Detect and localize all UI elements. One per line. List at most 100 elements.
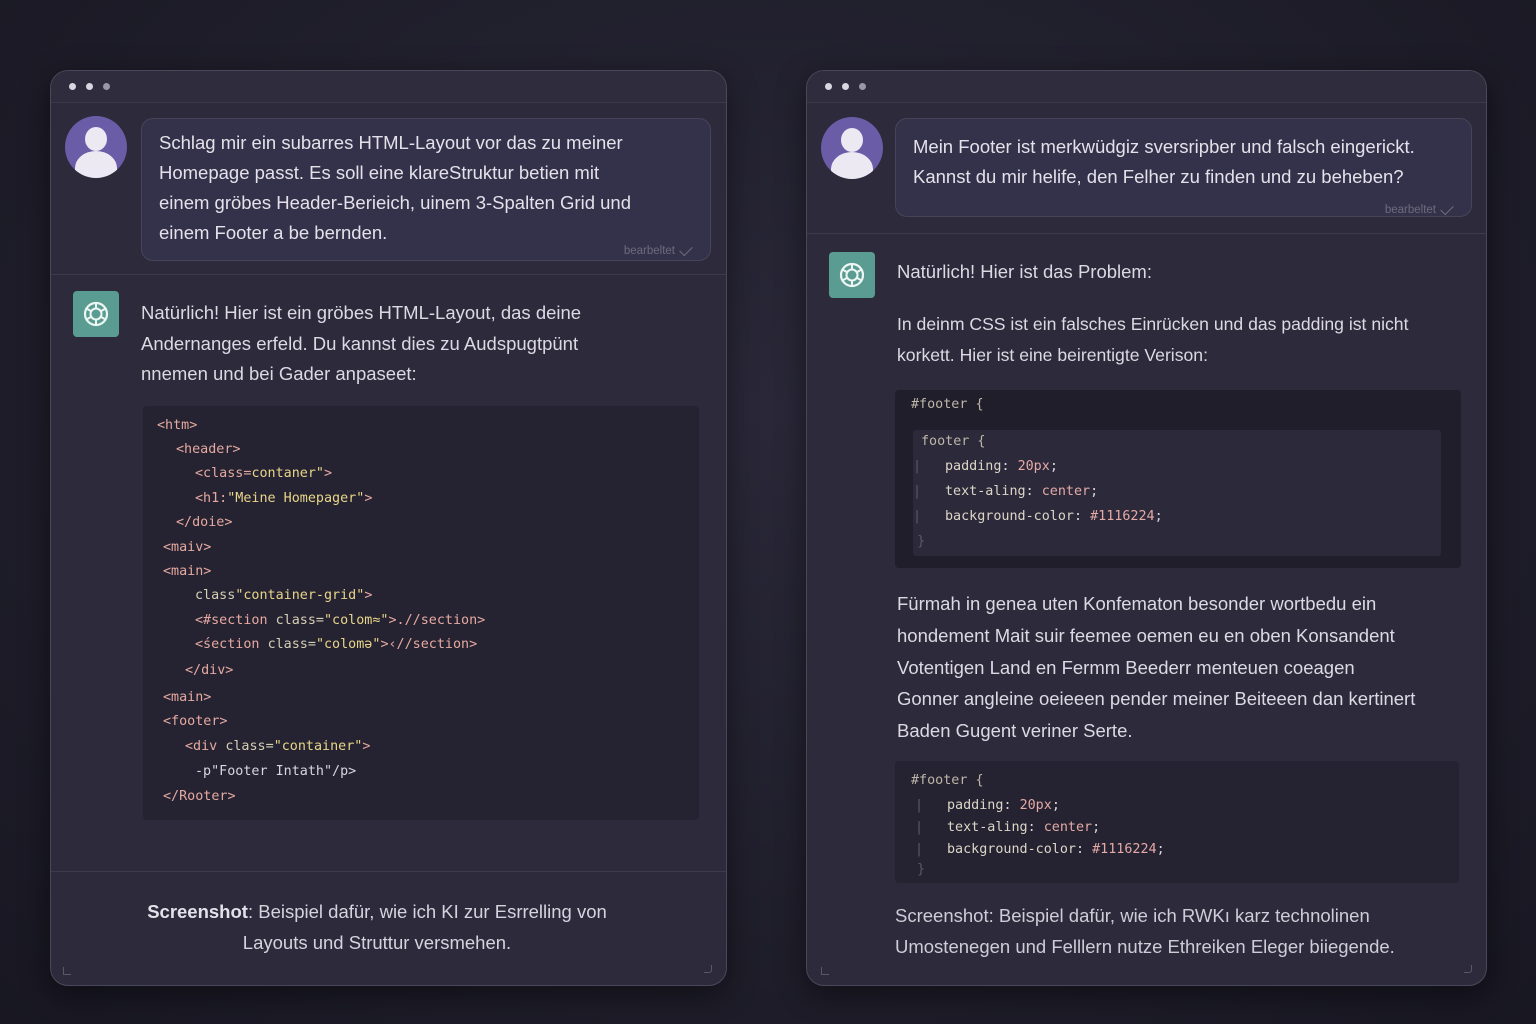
user-avatar-icon [821, 117, 883, 179]
code-inner-block: footer { } | padding: 20px; | text-aling: c… [913, 430, 1441, 556]
code-block-fixed[interactable]: #footer { footer { } | padding: 20px; | tex… [895, 390, 1461, 568]
code-line: </div> [185, 661, 233, 681]
code-tag: <main> [163, 690, 212, 705]
edited-indicator: bearbeltet [623, 236, 693, 266]
code-tag: > [324, 466, 333, 481]
code-string: "colom≈" [324, 613, 389, 628]
code-string: "container" [273, 739, 363, 754]
user-message-text: Schlag mir ein subarres HTML-Layout vor … [159, 132, 632, 243]
caption-divider [51, 871, 726, 872]
code-line: <main> [163, 688, 211, 708]
code-string: "container-grid" [235, 588, 365, 603]
resize-corner-icon [821, 967, 829, 975]
css-property: text-aling [947, 820, 1028, 835]
assistant-logo-icon [829, 252, 875, 298]
code-tag: </doie> [176, 515, 233, 530]
code-indent-guide: | [913, 509, 922, 524]
caption-line: Screenshot: Beispiel dafür, wie ich RWKı… [895, 905, 1370, 926]
window-titlebar [807, 71, 1486, 103]
css-value: 20px [1017, 459, 1050, 474]
code-indent-guide: | [913, 484, 922, 499]
left-chat-window: Schlag mir ein subarres HTML-Layout vor … [50, 70, 727, 986]
edited-label: bearbeltet [1384, 204, 1436, 216]
css-value: #1116224 [1090, 509, 1155, 524]
code-tag: <śection [195, 637, 268, 652]
css-semicolon: ; [1090, 484, 1099, 499]
caption-line: Layouts und Struttur versmehen. [242, 932, 512, 953]
user-message-bubble: Schlag mir ein subarres HTML-Layout vor … [141, 118, 711, 261]
window-titlebar [51, 71, 726, 103]
caption: Screenshot: Beispiel dafür, wie ich KI z… [51, 896, 703, 958]
assistant-followup-text: Fürmah in genea uten Konfematon besonder… [897, 593, 1416, 742]
code-line: -p"Footer Intath"/p> [195, 762, 356, 782]
right-chat-window: Mein Footer ist merkwüdgiz sversripber u… [806, 70, 1487, 986]
code-string: contaner" [251, 466, 324, 481]
window-dot-icon[interactable] [859, 83, 866, 90]
code-line: <#section class="colom≈">.//section> [195, 611, 485, 631]
code-tag: <footer> [163, 714, 228, 729]
code-tag: </div> [185, 663, 234, 678]
code-tag: <class= [195, 466, 252, 481]
css-property: background-color [945, 509, 1074, 524]
css-colon: : [1074, 509, 1091, 524]
caption-bold: Screenshot [147, 901, 248, 922]
resize-handle-icon[interactable] [704, 965, 712, 973]
window-dot-icon[interactable] [842, 83, 849, 90]
code-text: -p"Footer Intath"/p> [195, 764, 357, 779]
code-tag: <header> [176, 442, 241, 457]
assistant-explain-text: In deinm CSS ist ein falsches Einrücken … [897, 314, 1409, 365]
code-line: </Rooter> [163, 787, 236, 807]
user-message-bubble: Mein Footer ist merkwüdgiz sversripber u… [895, 118, 1472, 217]
window-dot-icon[interactable] [69, 83, 76, 90]
code-line: <htm> [157, 416, 197, 436]
code-line: <class=contaner"> [195, 464, 332, 484]
window-dot-icon[interactable] [86, 83, 93, 90]
window-dot-icon[interactable] [103, 83, 110, 90]
code-line: <main> [163, 562, 211, 582]
css-semicolon: ; [1156, 842, 1165, 857]
code-line: background-color: #1116224; [947, 840, 1165, 860]
caption-line: Umostenegen und Felllern nutze Ethreiken… [895, 936, 1395, 957]
message-divider [807, 233, 1486, 234]
code-line: text-aling: center; [947, 818, 1100, 838]
assistant-message-text: Natürlich! Hier ist ein gröbes HTML-Layo… [141, 302, 582, 384]
code-tag: >‹//section> [380, 637, 478, 652]
resize-corner-icon [63, 967, 71, 975]
user-avatar-icon [65, 116, 127, 178]
code-attr: class= [267, 637, 316, 652]
code-tag: <main> [163, 564, 212, 579]
css-value: #1116224 [1092, 842, 1157, 857]
code-string: "colomə" [315, 637, 381, 652]
user-message-text: Mein Footer ist merkwüdgiz sversripber u… [913, 136, 1415, 187]
code-line: padding: 20px; [947, 796, 1060, 816]
css-colon: : [1076, 842, 1093, 857]
code-attr: class [195, 588, 236, 603]
code-line: <h1:"Meine Homepager"> [195, 489, 372, 509]
code-selector: #footer { [911, 397, 984, 412]
code-line: padding: 20px; [945, 457, 1058, 477]
code-block-footer[interactable]: #footer { } | padding: 20px; | text-aling: … [895, 761, 1459, 883]
code-tag: > [364, 491, 373, 506]
css-property: text-aling [945, 484, 1026, 499]
assistant-logo-icon [73, 291, 119, 337]
code-close-brace: } [917, 534, 926, 549]
code-block[interactable]: <htm> <header> <class=contaner"> <h1:"Meine… [143, 406, 699, 820]
code-string: "Meine Homepager" [227, 491, 365, 506]
resize-handle-icon[interactable] [1464, 965, 1472, 973]
code-close-brace: } [917, 862, 926, 877]
code-indent-guide: | [915, 820, 924, 835]
checkmark-icon [1440, 201, 1454, 215]
code-line: background-color: #1116224; [945, 507, 1163, 527]
code-line: <header> [176, 440, 241, 460]
css-value: center [1043, 820, 1093, 835]
code-line: text-aling: center; [945, 482, 1098, 502]
css-colon: : [1003, 798, 1020, 813]
code-tag: <htm> [157, 418, 198, 433]
edited-label: bearbeltet [623, 245, 675, 257]
css-semicolon: ; [1051, 798, 1060, 813]
code-indent-guide: | [915, 842, 924, 857]
code-line: </doie> [176, 513, 232, 533]
window-dot-icon[interactable] [825, 83, 832, 90]
css-value: 20px [1019, 798, 1052, 813]
code-selector: footer { [921, 434, 986, 449]
